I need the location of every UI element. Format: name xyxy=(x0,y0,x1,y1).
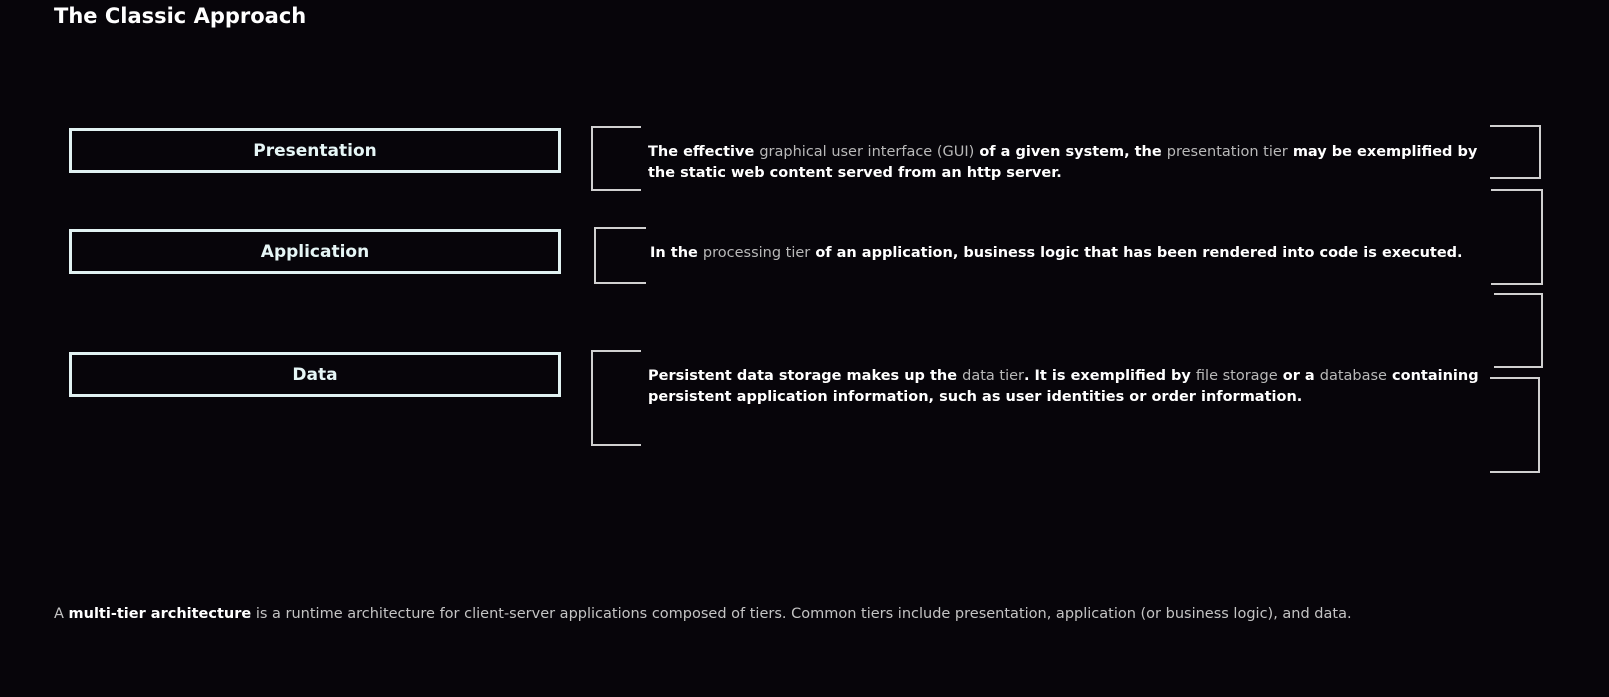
presentation-desc-text-1: The effective xyxy=(648,144,760,160)
right-bracket-3 xyxy=(1494,293,1543,368)
application-left-bracket xyxy=(594,227,646,284)
data-desc-text-3: or a xyxy=(1277,368,1320,384)
diagram-canvas: The Classic Approach Presentation Applic… xyxy=(0,0,1609,697)
presentation-description: The effective graphical user interface (… xyxy=(648,142,1488,184)
data-description: Persistent data storage makes up the dat… xyxy=(648,366,1488,408)
data-tier-term: data tier xyxy=(962,368,1024,384)
application-description: In the processing tier of an application… xyxy=(650,243,1510,264)
data-desc-text-1: Persistent data storage makes up the xyxy=(648,368,963,384)
footer-caption: A multi-tier architecture is a runtime a… xyxy=(54,606,1352,622)
right-bracket-2 xyxy=(1491,189,1543,285)
right-bracket-1 xyxy=(1490,125,1541,179)
presentation-tier-term: presentation tier xyxy=(1166,144,1288,160)
database-term: database xyxy=(1319,368,1387,384)
footer-strong-term: multi-tier architecture xyxy=(68,606,252,622)
presentation-tier-label: Presentation xyxy=(253,140,377,161)
footer-prefix: A xyxy=(54,606,69,622)
application-desc-text-1: In the xyxy=(650,245,703,261)
application-tier-box: Application xyxy=(69,229,561,274)
footer-rest: is a runtime architecture for client-ser… xyxy=(251,606,1352,622)
right-bracket-4 xyxy=(1490,377,1540,473)
processing-tier-term: processing tier xyxy=(702,245,811,261)
gui-term: graphical user interface (GUI) xyxy=(759,144,975,160)
data-tier-label: Data xyxy=(292,364,338,385)
presentation-tier-box: Presentation xyxy=(69,128,561,173)
data-tier-box: Data xyxy=(69,352,561,397)
file-storage-term: file storage xyxy=(1195,368,1278,384)
application-desc-text-2: of an application, business logic that h… xyxy=(810,245,1463,261)
presentation-desc-text-2: of a given system, the xyxy=(974,144,1167,160)
application-tier-label: Application xyxy=(260,241,370,262)
page-title: The Classic Approach xyxy=(54,4,307,28)
presentation-left-bracket xyxy=(591,126,641,191)
data-left-bracket xyxy=(591,350,641,446)
data-desc-text-2: . It is exemplified by xyxy=(1023,368,1196,384)
